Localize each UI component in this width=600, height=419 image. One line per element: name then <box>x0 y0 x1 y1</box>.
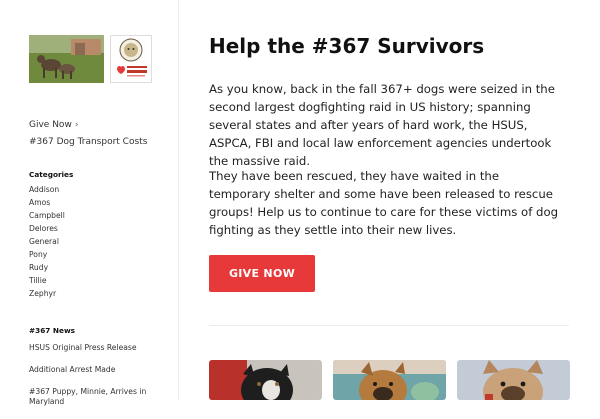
dog-thumbnail-black[interactable] <box>209 360 322 400</box>
category-amos[interactable]: Amos <box>29 196 73 209</box>
dog-thumbnail-fawn[interactable] <box>457 360 570 400</box>
news-heading: #367 News <box>29 326 76 335</box>
category-delores[interactable]: Delores <box>29 222 73 235</box>
news-item-arrest[interactable]: Additional Arrest Made <box>29 365 149 375</box>
intro-paragraph: As you know, back in the fall 367+ dogs … <box>209 82 555 168</box>
page-title: Help the #367 Survivors <box>209 34 485 58</box>
category-general[interactable]: General <box>29 235 73 248</box>
sidebar-nav: Give Now › #367 Dog Transport Costs <box>29 117 147 150</box>
category-addison[interactable]: Addison <box>29 183 73 196</box>
category-pony[interactable]: Pony <box>29 248 73 261</box>
sidebar: Give Now › #367 Dog Transport Costs Categ… <box>0 0 179 406</box>
categories-heading: Categories <box>29 170 74 179</box>
rescue-paragraph: They have been rescued, they have waited… <box>209 169 559 237</box>
dogs-photo-logo[interactable] <box>29 35 104 83</box>
jasmines-house-logo[interactable] <box>110 35 152 83</box>
transport-costs-link-label[interactable]: #367 Dog Transport Costs <box>29 137 147 147</box>
content-divider <box>209 325 569 326</box>
give-now-link-label[interactable]: Give Now <box>29 120 72 130</box>
news-item-puppy-minnie[interactable]: #367 Puppy, Minnie, Arrives in Maryland <box>29 387 149 407</box>
dog-thumbnails <box>209 360 570 400</box>
category-tillie[interactable]: Tillie <box>29 274 73 287</box>
sidebar-logos <box>29 35 152 83</box>
news-item-press-release[interactable]: HSUS Original Press Release <box>29 343 149 353</box>
chevron-right-icon: › <box>74 120 79 130</box>
category-campbell[interactable]: Campbell <box>29 209 73 222</box>
give-now-link[interactable]: Give Now › <box>29 117 147 134</box>
transport-costs-link[interactable]: #367 Dog Transport Costs <box>29 134 147 151</box>
news-section: #367 News HSUS Original Press Release Ad… <box>29 326 149 419</box>
category-zephyr[interactable]: Zephyr <box>29 287 73 300</box>
category-rudy[interactable]: Rudy <box>29 261 73 274</box>
dog-thumbnail-tan[interactable] <box>333 360 446 400</box>
give-now-button[interactable]: GIVE NOW <box>209 255 315 292</box>
categories-section: Categories Addison Amos Campbell Delores… <box>29 170 73 300</box>
